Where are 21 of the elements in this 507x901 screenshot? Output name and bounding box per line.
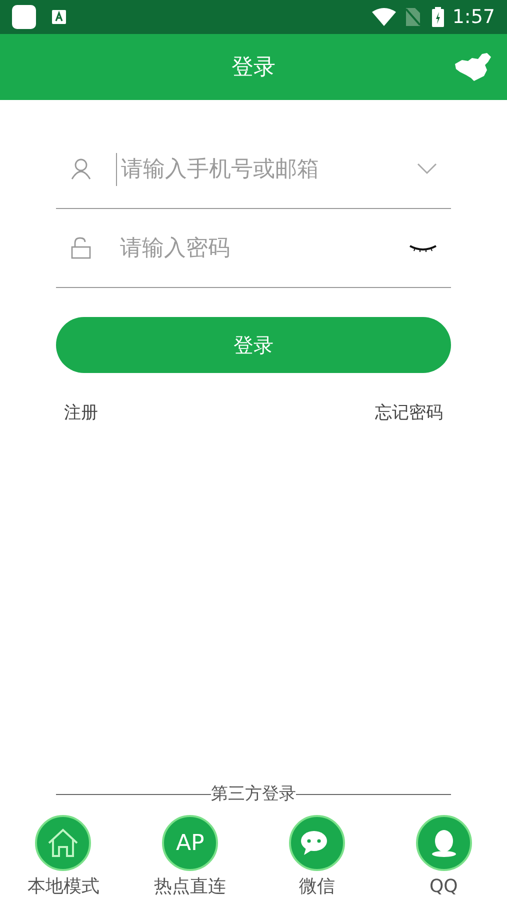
option-label: 本地模式 xyxy=(27,875,100,899)
lock-icon xyxy=(70,237,92,259)
option-label: QQ xyxy=(429,875,458,899)
status-time: 1:57 xyxy=(452,4,495,30)
wifi-icon xyxy=(372,8,396,26)
map-icon[interactable] xyxy=(454,52,492,82)
chevron-down-icon[interactable] xyxy=(417,163,437,175)
password-field[interactable]: 请输入密码 xyxy=(116,232,409,264)
section-title: 第三方登录 xyxy=(211,782,296,806)
option-label: 微信 xyxy=(298,875,335,899)
app-icon xyxy=(12,5,36,29)
notification-icon xyxy=(52,10,66,24)
battery-icon xyxy=(432,7,444,27)
option-label: 热点直连 xyxy=(154,875,226,899)
text-link[interactable]: 忘记密码 xyxy=(375,401,443,426)
page-title: 登录 xyxy=(232,54,276,82)
closed-eye-icon[interactable] xyxy=(409,244,437,252)
no-sim-icon xyxy=(406,8,420,26)
account-field[interactable]: 请输入手机号或邮箱 xyxy=(116,152,417,186)
text-link[interactable]: 注册 xyxy=(64,401,98,426)
user-icon xyxy=(70,158,92,180)
